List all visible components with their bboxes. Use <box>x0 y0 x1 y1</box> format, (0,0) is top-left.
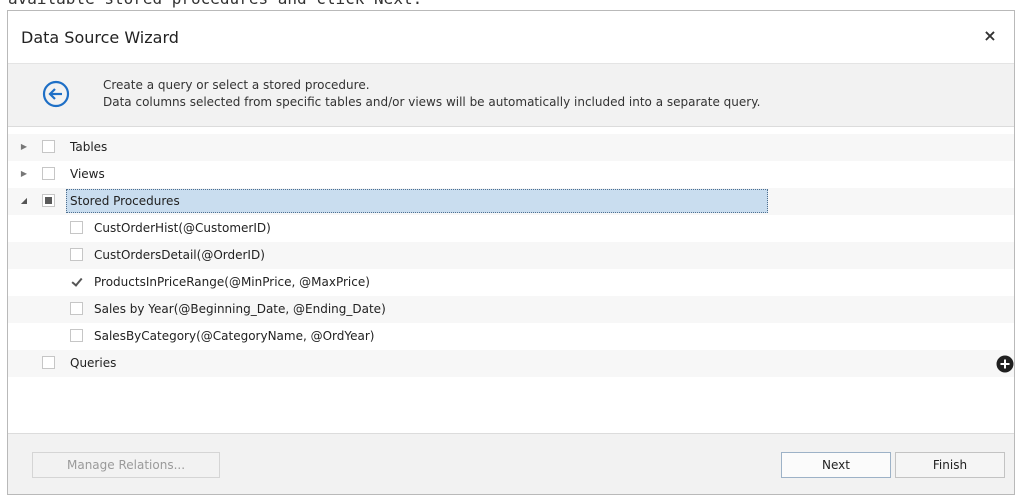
tree-item-procedure[interactable]: ProductsInPriceRange(@MinPrice, @MaxPric… <box>8 269 1014 296</box>
finish-button[interactable]: Finish <box>895 452 1005 478</box>
procedure-label: SalesByCategory(@CategoryName, @OrdYear) <box>94 329 375 343</box>
back-arrow-circle-icon[interactable] <box>42 80 70 108</box>
next-button[interactable]: Next <box>781 452 891 478</box>
checkbox-procedure-checked[interactable] <box>70 275 83 288</box>
checkbox-procedure[interactable] <box>70 221 83 234</box>
tree-node-views[interactable]: ▶ Views <box>8 161 1014 188</box>
tree-node-label: Tables <box>70 140 108 154</box>
tree-item-procedure[interactable]: SalesByCategory(@CategoryName, @OrdYear) <box>8 323 1014 350</box>
procedure-label: CustOrdersDetail(@OrderID) <box>94 248 265 262</box>
procedure-label: ProductsInPriceRange(@MinPrice, @MaxPric… <box>94 275 370 289</box>
tree-node-label: Stored Procedures <box>70 194 180 208</box>
checkbox-procedure[interactable] <box>70 302 83 315</box>
wizard-header: Create a query or select a stored proced… <box>8 63 1014 127</box>
procedure-label: CustOrderHist(@CustomerID) <box>94 221 271 235</box>
manage-relations-button[interactable]: Manage Relations... <box>32 452 220 478</box>
dialog-footer: Manage Relations... Next Finish <box>8 433 1014 494</box>
checkbox-procedure[interactable] <box>70 248 83 261</box>
instruction-caption-text: available stored procedures and click Ne… <box>8 0 422 8</box>
tree-item-procedure[interactable]: CustOrdersDetail(@OrderID) <box>8 242 1014 269</box>
instruction-caption: available stored procedures and click Ne… <box>0 0 1017 10</box>
triangle-right-icon[interactable]: ▶ <box>20 169 28 179</box>
checkbox-queries[interactable] <box>42 356 55 369</box>
tree-node-label: Views <box>70 167 105 181</box>
triangle-right-icon[interactable]: ▶ <box>20 142 28 152</box>
tree-node-stored-procedures[interactable]: ◢ Stored Procedures <box>8 188 1014 215</box>
data-tree: ▶ Tables ▶ Views ◢ Stored Procedures Cus… <box>8 134 1014 389</box>
data-source-wizard-dialog: Data Source Wizard × Create a query or s… <box>7 10 1015 495</box>
checkbox-views[interactable] <box>42 167 55 180</box>
dialog-titlebar: Data Source Wizard × <box>8 11 1014 63</box>
dialog-title: Data Source Wizard <box>21 28 179 47</box>
tree-item-procedure[interactable]: Sales by Year(@Beginning_Date, @Ending_D… <box>8 296 1014 323</box>
tree-node-label: Queries <box>70 356 117 370</box>
plus-circle-icon[interactable] <box>996 355 1014 373</box>
tree-node-tables[interactable]: ▶ Tables <box>8 134 1014 161</box>
checkbox-procedure[interactable] <box>70 329 83 342</box>
tree-node-queries[interactable]: Queries <box>8 350 1014 377</box>
triangle-down-icon[interactable]: ◢ <box>20 196 28 206</box>
checkbox-tables[interactable] <box>42 140 55 153</box>
checkbox-stored-procedures[interactable] <box>42 194 55 207</box>
header-description-line1: Create a query or select a stored proced… <box>103 78 370 92</box>
procedure-label: Sales by Year(@Beginning_Date, @Ending_D… <box>94 302 386 316</box>
header-description-line2: Data columns selected from specific tabl… <box>103 95 761 109</box>
close-button[interactable]: × <box>980 25 1000 47</box>
tree-item-procedure[interactable]: CustOrderHist(@CustomerID) <box>8 215 1014 242</box>
